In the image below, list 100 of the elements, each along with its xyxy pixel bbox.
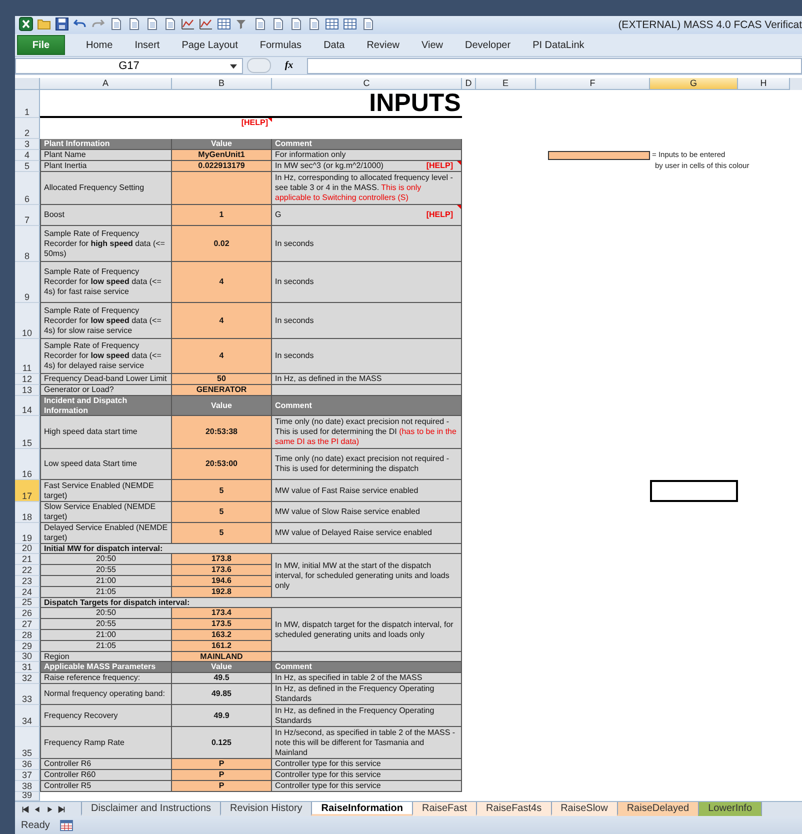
- row-number[interactable]: 11: [15, 339, 40, 374]
- value-cell[interactable]: 5: [172, 502, 272, 523]
- row-number[interactable]: 22: [15, 565, 40, 576]
- document-icon[interactable]: [253, 17, 267, 31]
- row-number[interactable]: 12: [15, 374, 40, 385]
- value-cell[interactable]: 173.6: [172, 565, 272, 576]
- row-number[interactable]: 9: [15, 262, 40, 303]
- document-icon[interactable]: [361, 17, 375, 31]
- name-box[interactable]: G17: [15, 58, 243, 74]
- row-number[interactable]: 15: [15, 416, 40, 449]
- column-header[interactable]: D: [462, 78, 476, 90]
- value-cell[interactable]: 173.8: [172, 554, 272, 565]
- row-number[interactable]: 37: [15, 770, 40, 781]
- row-number[interactable]: 38: [15, 781, 40, 792]
- row-number[interactable]: 3: [15, 139, 40, 150]
- row-number[interactable]: 6: [15, 172, 40, 205]
- table-icon[interactable]: [343, 17, 357, 31]
- document-icon[interactable]: [163, 17, 177, 31]
- row-number[interactable]: 21: [15, 554, 40, 565]
- row-number[interactable]: 17: [15, 480, 40, 502]
- value-cell[interactable]: [172, 172, 272, 205]
- last-sheet-icon[interactable]: [57, 804, 66, 814]
- sheet-tab[interactable]: RaiseInformation: [311, 802, 413, 816]
- chart-icon[interactable]: [199, 17, 213, 31]
- sheet-tab[interactable]: LowerInfo: [698, 802, 762, 816]
- row-number[interactable]: 1: [15, 90, 40, 118]
- row-number[interactable]: 10: [15, 303, 40, 339]
- value-cell[interactable]: 192.8: [172, 587, 272, 598]
- row-number[interactable]: 26: [15, 608, 40, 619]
- row-number[interactable]: 31: [15, 662, 40, 673]
- row-number[interactable]: 24: [15, 587, 40, 598]
- row-number[interactable]: 34: [15, 705, 40, 727]
- column-header[interactable]: G: [650, 78, 738, 90]
- file-tab[interactable]: File: [17, 35, 65, 55]
- value-cell[interactable]: GENERATOR: [172, 385, 272, 396]
- value-cell[interactable]: 173.5: [172, 619, 272, 630]
- value-cell[interactable]: 20:53:38: [172, 416, 272, 449]
- row-number[interactable]: 7: [15, 205, 40, 226]
- value-cell[interactable]: MAINLAND: [172, 652, 272, 662]
- value-cell[interactable]: 4: [172, 262, 272, 303]
- sheet-tab[interactable]: RaiseFast: [412, 802, 477, 816]
- active-cell[interactable]: [650, 480, 738, 502]
- row-number[interactable]: 18: [15, 502, 40, 523]
- value-cell[interactable]: 163.2: [172, 630, 272, 641]
- row-number[interactable]: 39: [15, 792, 40, 801]
- ribbon-tab[interactable]: Page Layout: [170, 40, 249, 50]
- row-number[interactable]: 33: [15, 684, 40, 705]
- sheet-tab[interactable]: RaiseSlow: [550, 802, 618, 816]
- value-cell[interactable]: 194.6: [172, 576, 272, 587]
- value-cell[interactable]: 173.4: [172, 608, 272, 619]
- formula-input[interactable]: [307, 58, 802, 74]
- excel-logo-icon[interactable]: [19, 17, 33, 31]
- row-number[interactable]: 28: [15, 630, 40, 641]
- value-cell[interactable]: 49.9: [172, 705, 272, 727]
- value-cell[interactable]: 49.5: [172, 673, 272, 684]
- value-cell[interactable]: 50: [172, 374, 272, 385]
- column-header[interactable]: F: [536, 78, 650, 90]
- row-number[interactable]: 4: [15, 150, 40, 161]
- ribbon-tab[interactable]: Developer: [454, 40, 522, 50]
- column-header[interactable]: A: [40, 78, 172, 90]
- ribbon-tab[interactable]: PI DataLink: [522, 40, 596, 50]
- table-icon[interactable]: [217, 17, 231, 31]
- row-number[interactable]: 16: [15, 449, 40, 480]
- row-number[interactable]: 14: [15, 396, 40, 416]
- row-number[interactable]: 8: [15, 226, 40, 262]
- row-number[interactable]: 25: [15, 598, 40, 608]
- document-icon[interactable]: [307, 17, 321, 31]
- row-number[interactable]: 32: [15, 673, 40, 684]
- row-number[interactable]: 29: [15, 641, 40, 652]
- document-icon[interactable]: [289, 17, 303, 31]
- value-cell[interactable]: 4: [172, 303, 272, 339]
- value-cell[interactable]: 161.2: [172, 641, 272, 652]
- ribbon-tab[interactable]: Review: [356, 40, 410, 50]
- insert-function-button[interactable]: fx: [275, 60, 303, 71]
- row-number[interactable]: 23: [15, 576, 40, 587]
- value-cell[interactable]: 0.125: [172, 727, 272, 759]
- row-number[interactable]: 30: [15, 652, 40, 662]
- column-header[interactable]: H: [738, 78, 790, 90]
- row-number[interactable]: 2: [15, 118, 40, 139]
- sheet-tab[interactable]: RaiseDelayed: [616, 802, 700, 816]
- document-icon[interactable]: [109, 17, 123, 31]
- save-icon[interactable]: [55, 17, 69, 31]
- next-sheet-icon[interactable]: [45, 804, 54, 814]
- row-number[interactable]: 13: [15, 385, 40, 396]
- value-cell[interactable]: P: [172, 770, 272, 781]
- spreadsheet-icon[interactable]: [60, 820, 73, 831]
- column-header[interactable]: E: [476, 78, 536, 90]
- document-icon[interactable]: [145, 17, 159, 31]
- value-cell[interactable]: P: [172, 781, 272, 792]
- help-link[interactable]: [HELP]: [241, 118, 268, 127]
- chart-icon[interactable]: [181, 17, 195, 31]
- row-number[interactable]: 27: [15, 619, 40, 630]
- row-number[interactable]: 20: [15, 544, 40, 554]
- column-header[interactable]: B: [172, 78, 272, 90]
- value-cell[interactable]: 0.02: [172, 226, 272, 262]
- previous-sheet-icon[interactable]: [33, 804, 42, 814]
- value-cell[interactable]: 4: [172, 339, 272, 374]
- resize-handle[interactable]: [247, 58, 271, 73]
- value-cell[interactable]: 1: [172, 205, 272, 226]
- value-cell[interactable]: 49.85: [172, 684, 272, 705]
